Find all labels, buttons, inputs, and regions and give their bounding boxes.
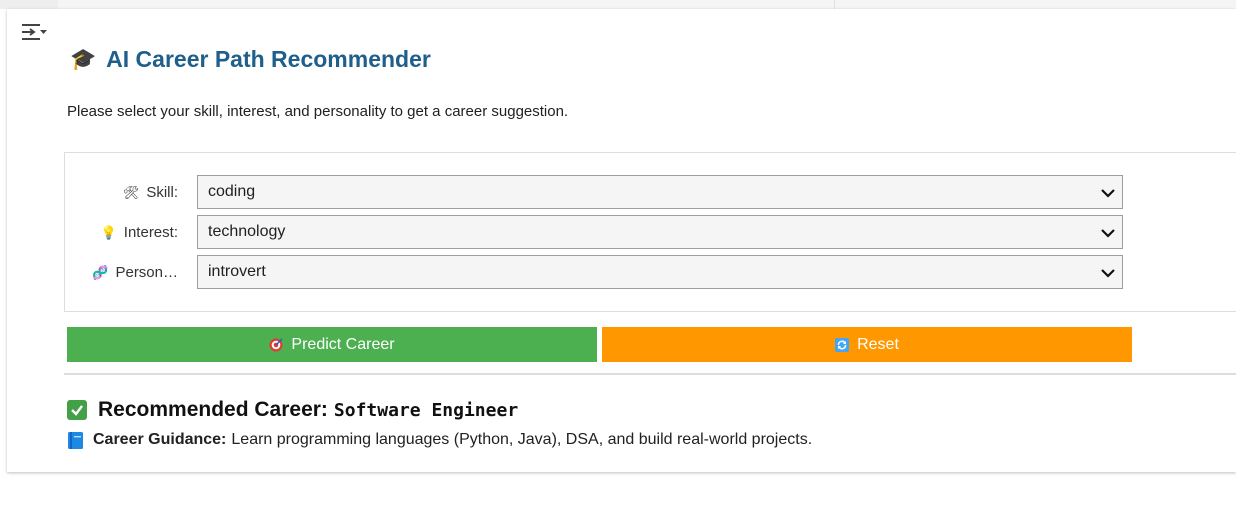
skill-label-text: Skill: <box>146 183 178 201</box>
career-guidance-label: Career Guidance: <box>93 431 227 448</box>
predict-career-label: Predict Career <box>291 335 395 353</box>
predict-career-button[interactable]: Predict Career <box>67 327 597 362</box>
skill-dropdown[interactable]: coding <box>197 175 1123 209</box>
refresh-icon <box>835 337 850 352</box>
interest-label-text: Interest: <box>123 223 178 241</box>
top-divider <box>834 0 835 9</box>
collapse-output-icon[interactable] <box>20 21 48 43</box>
divider <box>64 373 1236 375</box>
recommended-career-label: Recommended Career: <box>98 398 328 421</box>
interest-value: technology <box>208 223 286 240</box>
dna-icon: 🧬 <box>92 265 109 281</box>
page-title: 🎓 AI Career Path Recommender <box>70 46 431 73</box>
graduation-cap-icon: 🎓 <box>70 47 97 71</box>
page-subtitle: Please select your skill, interest, and … <box>67 103 569 120</box>
recommended-career: Recommended Career: Software Engineer <box>67 398 518 422</box>
skill-row: 🛠 Skill: coding <box>65 175 1123 209</box>
page-title-text: AI Career Path Recommender <box>106 46 431 72</box>
personality-dropdown[interactable]: introvert <box>197 255 1123 289</box>
personality-value: introvert <box>208 263 266 280</box>
personality-label-text: Person… <box>115 263 178 281</box>
personality-row: 🧬 Person… introvert <box>65 255 1123 289</box>
cell-gutter <box>0 0 58 9</box>
reset-button[interactable]: Reset <box>602 327 1132 362</box>
target-icon <box>269 338 283 351</box>
notebook-top-strip <box>0 0 1236 9</box>
lightbulb-icon: 💡 <box>100 225 117 241</box>
reset-label: Reset <box>857 335 899 353</box>
interest-label: 💡 Interest: <box>65 224 188 241</box>
interest-row: 💡 Interest: technology <box>65 215 1123 249</box>
book-icon <box>68 431 83 449</box>
skill-label: 🛠 Skill: <box>65 184 188 201</box>
chevron-down-icon <box>1101 229 1115 238</box>
tools-icon: 🛠 <box>122 185 140 201</box>
career-guidance-text: Learn programming languages (Python, Jav… <box>231 431 813 448</box>
interest-dropdown[interactable]: technology <box>197 215 1123 249</box>
form-container: 🛠 Skill: coding 💡 Interest: technology 🧬 Pe… <box>64 152 1236 312</box>
recommended-career-value: Software Engineer <box>333 399 519 421</box>
skill-value: coding <box>208 183 256 200</box>
chevron-down-icon <box>1101 269 1115 278</box>
career-guidance: Career Guidance: Learn programming langu… <box>68 431 812 449</box>
chevron-down-icon <box>1101 189 1115 198</box>
personality-label: 🧬 Person… <box>65 264 188 281</box>
check-mark-icon <box>67 400 87 420</box>
